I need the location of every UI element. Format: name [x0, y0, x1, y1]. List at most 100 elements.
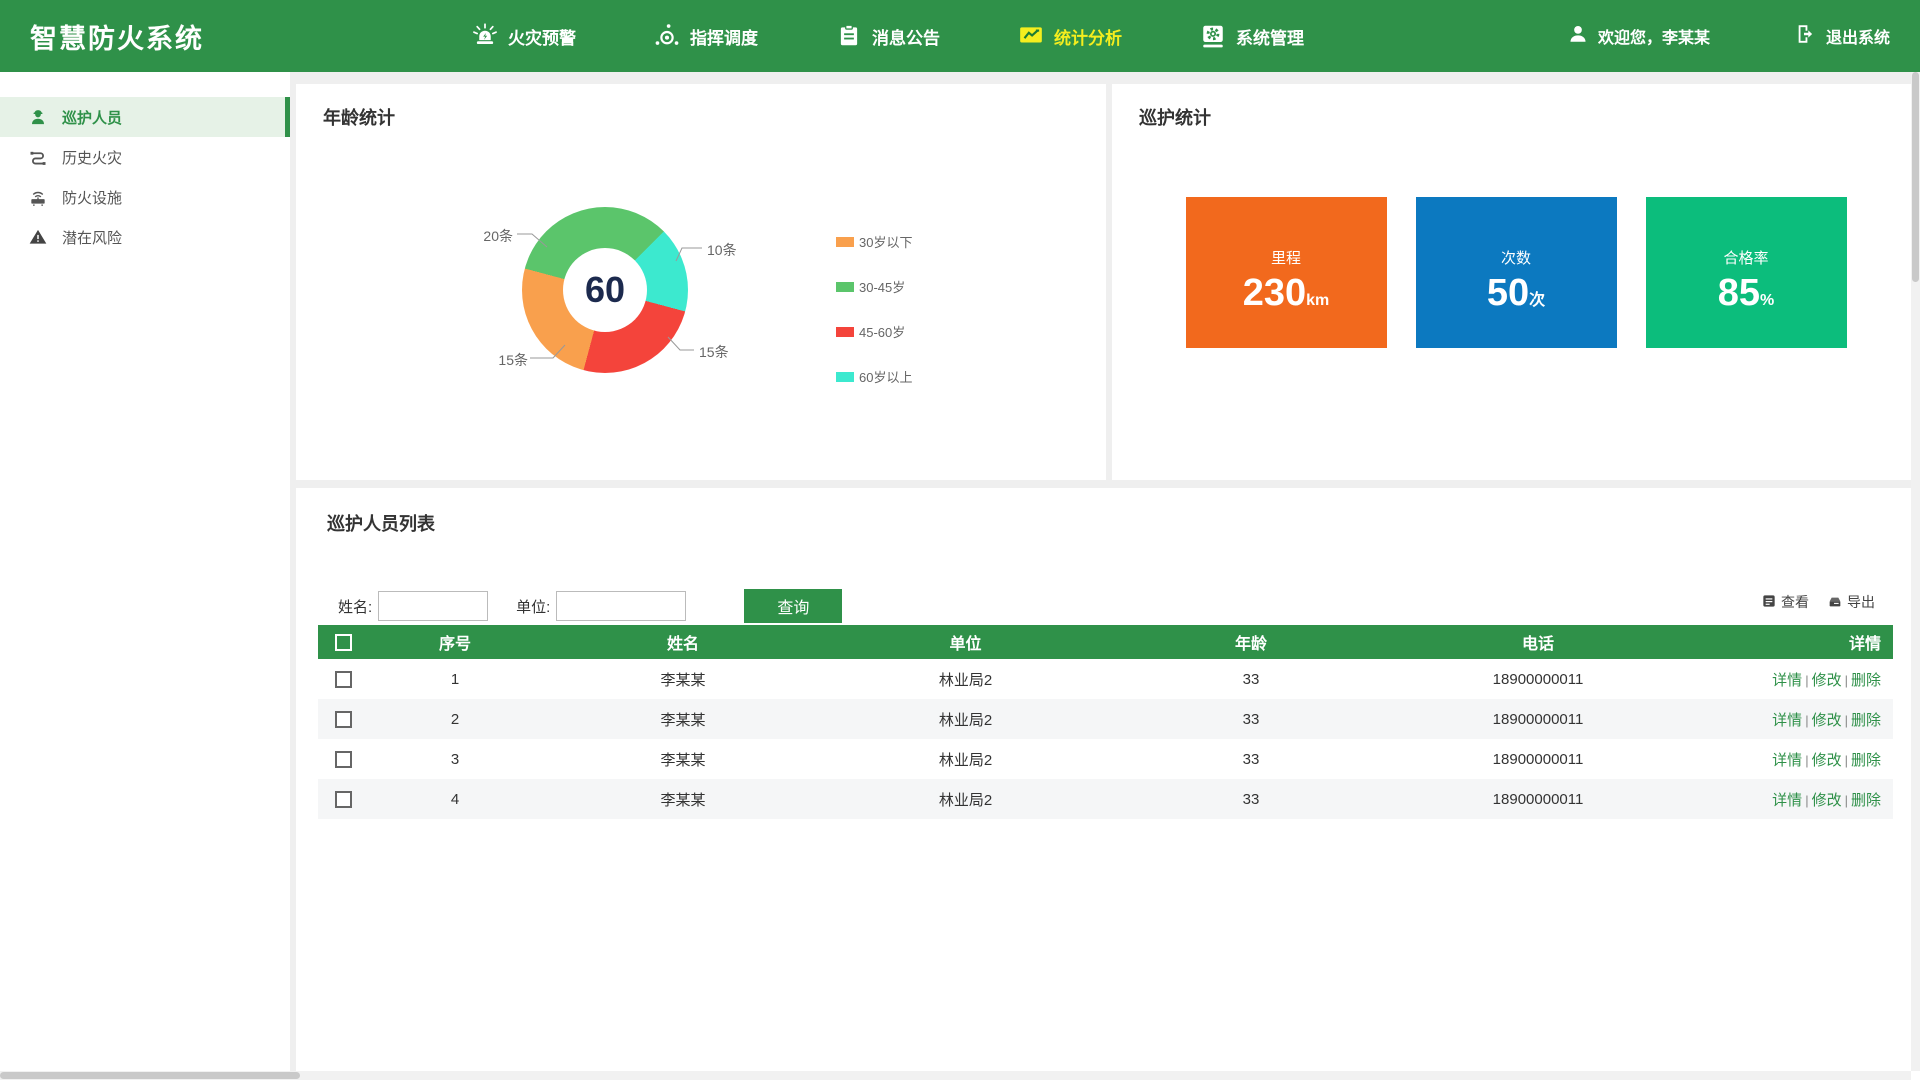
vertical-scrollbar[interactable]	[1911, 72, 1920, 1071]
welcome-text: 欢迎您，李某某	[1598, 24, 1710, 48]
vertical-scrollbar-thumb[interactable]	[1912, 72, 1919, 282]
nav-item-fire-alert[interactable]: 火灾预警	[472, 23, 576, 49]
nav-item-system[interactable]: 系统管理	[1200, 23, 1304, 49]
col-header-detail: 详情	[1681, 630, 1893, 654]
cell-phone: 18900000011	[1395, 671, 1681, 688]
export-button[interactable]: 导出	[1827, 592, 1875, 612]
logout-button[interactable]: 退出系统	[1795, 23, 1890, 50]
command-hub-icon	[654, 23, 680, 49]
welcome-user[interactable]: 欢迎您，李某某	[1567, 23, 1710, 50]
age-donut-chart[interactable]: 60	[522, 207, 688, 373]
view-button[interactable]: 查看	[1761, 592, 1809, 612]
row-actions: 详情|修改|删除	[1681, 789, 1893, 810]
search-button[interactable]: 查询	[744, 589, 842, 623]
personnel-table: 序号 姓名 单位 年龄 电话 详情 1李某某林业局23318900000011详…	[318, 625, 1893, 819]
legend-item[interactable]: 45-60岁	[836, 322, 912, 341]
warning-triangle-icon	[28, 227, 48, 247]
legend-swatch	[836, 282, 854, 292]
action-detail[interactable]: 详情	[1772, 672, 1802, 689]
cell-unit: 林业局2	[824, 749, 1107, 770]
nav-item-label: 火灾预警	[508, 24, 576, 49]
nav-item-announcements[interactable]: 消息公告	[836, 23, 940, 49]
nav-item-label: 统计分析	[1054, 24, 1122, 49]
chart-board-icon	[1018, 23, 1044, 49]
row-checkbox[interactable]	[335, 711, 352, 728]
personnel-list-panel: 巡护人员列表 姓名: 单位: 查询 查看 导出	[296, 488, 1920, 1080]
panel-title: 巡护人员列表	[327, 510, 435, 536]
stat-card-value: 230	[1243, 272, 1306, 314]
legend-label: 60岁以上	[859, 367, 912, 386]
cell-name: 李某某	[542, 709, 824, 730]
cell-phone: 18900000011	[1395, 751, 1681, 768]
action-detail[interactable]: 详情	[1772, 792, 1802, 809]
sidebar: 巡护人员 历史火灾 防火设施 潜在风险	[0, 72, 290, 1071]
stat-card-label: 里程	[1271, 247, 1301, 268]
legend-item[interactable]: 30岁以下	[836, 232, 912, 251]
action-delete[interactable]: 删除	[1851, 672, 1881, 689]
age-statistics-panel: 年龄统计 60 20条 10条 15条 15条 30岁以下 30-45岁	[296, 84, 1106, 480]
cell-unit: 林业局2	[824, 789, 1107, 810]
table-row: 1李某某林业局23318900000011详情|修改|删除	[318, 659, 1893, 699]
row-checkbox[interactable]	[335, 751, 352, 768]
cell-name: 李某某	[542, 669, 824, 690]
action-edit[interactable]: 修改	[1812, 712, 1842, 729]
export-icon	[1827, 593, 1843, 612]
unit-filter-label: 单位:	[516, 596, 550, 617]
table-row: 3李某某林业局23318900000011详情|修改|删除	[318, 739, 1893, 779]
action-edit[interactable]: 修改	[1812, 672, 1842, 689]
legend-label: 30岁以下	[859, 232, 912, 251]
table-row: 4李某某林业局23318900000011详情|修改|删除	[318, 779, 1893, 819]
action-separator: |	[1802, 673, 1811, 688]
cell-name: 李某某	[542, 749, 824, 770]
sidebar-item-fire-history[interactable]: 历史火灾	[0, 137, 290, 177]
cell-no: 3	[368, 751, 542, 768]
nav-item-label: 指挥调度	[690, 24, 758, 49]
unit-filter-input[interactable]	[556, 591, 686, 621]
stat-card-unit: km	[1306, 292, 1329, 309]
select-all-checkbox[interactable]	[335, 634, 352, 651]
horizontal-scrollbar[interactable]	[0, 1071, 1911, 1080]
legend-item[interactable]: 30-45岁	[836, 277, 912, 296]
filter-row: 姓名: 单位: 查询	[338, 589, 842, 623]
action-detail[interactable]: 详情	[1772, 712, 1802, 729]
sidebar-item-label: 巡护人员	[62, 107, 122, 128]
donut-total: 60	[585, 269, 625, 311]
stat-card-value: 50	[1487, 272, 1529, 314]
action-edit[interactable]: 修改	[1812, 792, 1842, 809]
patrol-statistics-panel: 巡护统计 里程 230km 次数 50次 合格率 85%	[1112, 84, 1920, 480]
nav-item-label: 消息公告	[872, 24, 940, 49]
table-header: 序号 姓名 单位 年龄 电话 详情	[318, 625, 1893, 659]
nav-item-statistics[interactable]: 统计分析	[1018, 23, 1122, 49]
stat-card-pass-rate: 合格率 85%	[1646, 197, 1847, 348]
app-root: 智慧防火系统 火灾预警 指挥调度 消息公告	[0, 0, 1920, 1080]
name-filter-input[interactable]	[378, 591, 488, 621]
siren-icon	[472, 23, 498, 49]
col-header-unit: 单位	[824, 630, 1107, 654]
row-actions: 详情|修改|删除	[1681, 709, 1893, 730]
worker-icon	[28, 107, 48, 127]
logout-text: 退出系统	[1826, 24, 1890, 48]
action-separator: |	[1842, 713, 1851, 728]
action-delete[interactable]: 删除	[1851, 712, 1881, 729]
row-checkbox[interactable]	[335, 791, 352, 808]
row-actions: 详情|修改|删除	[1681, 669, 1893, 690]
sidebar-item-label: 历史火灾	[62, 147, 122, 168]
sidebar-item-patrol-staff[interactable]: 巡护人员	[0, 97, 290, 137]
horizontal-scrollbar-thumb[interactable]	[0, 1072, 300, 1079]
sidebar-item-fire-facilities[interactable]: 防火设施	[0, 177, 290, 217]
action-edit[interactable]: 修改	[1812, 752, 1842, 769]
sidebar-item-potential-risk[interactable]: 潜在风险	[0, 217, 290, 257]
action-delete[interactable]: 删除	[1851, 752, 1881, 769]
col-header-name: 姓名	[542, 630, 824, 654]
panel-title: 年龄统计	[323, 104, 395, 130]
clipboard-icon	[836, 23, 862, 49]
legend-item[interactable]: 60岁以上	[836, 367, 912, 386]
chart-legend: 30岁以下 30-45岁 45-60岁 60岁以上	[836, 232, 912, 412]
row-checkbox[interactable]	[335, 671, 352, 688]
nav-item-dispatch[interactable]: 指挥调度	[654, 23, 758, 49]
action-detail[interactable]: 详情	[1772, 752, 1802, 769]
stat-card-value: 85	[1718, 272, 1760, 314]
stat-card-mileage: 里程 230km	[1186, 197, 1387, 348]
cell-no: 1	[368, 671, 542, 688]
action-delete[interactable]: 删除	[1851, 792, 1881, 809]
